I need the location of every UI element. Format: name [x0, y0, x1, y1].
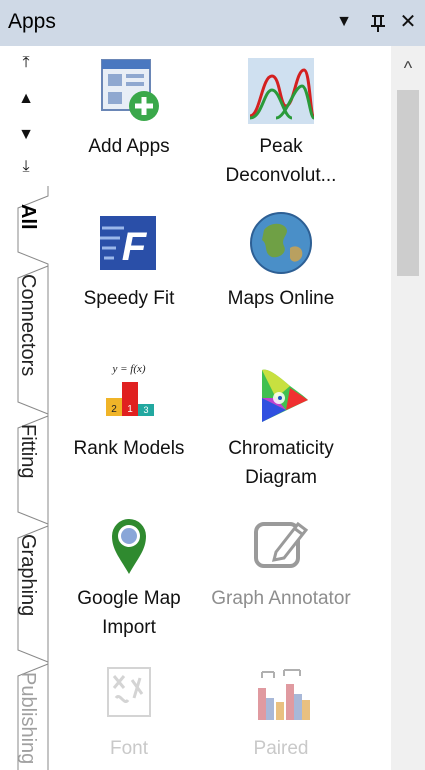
peak-deconvolution-icon	[246, 56, 316, 126]
paired-comparison-icon	[246, 658, 316, 728]
tab-publishing[interactable]: Publishing	[2, 668, 46, 770]
app-label: Peak Deconvolut...	[225, 136, 337, 186]
apps-grid: Add Apps Peak Deconvolut... F Speedy Fit	[50, 46, 390, 770]
scroll-up-icon[interactable]: ▲	[14, 88, 38, 110]
menu-dropdown-icon[interactable]: ▼	[332, 8, 356, 36]
tab-fitting[interactable]: Fitting	[2, 420, 46, 520]
tab-all[interactable]: All	[2, 200, 46, 264]
app-google-map-import[interactable]: Google Map Import	[54, 508, 204, 642]
panel-title: Apps	[8, 10, 56, 33]
tab-all-label: All	[17, 204, 39, 230]
tab-connectors[interactable]: Connectors	[2, 270, 46, 412]
app-label: Add Apps	[88, 136, 170, 157]
tab-publishing-label: Publishing	[17, 672, 39, 765]
rank-models-icon: y = f(x) 2 1 3	[94, 358, 164, 428]
pin-icon[interactable]	[366, 8, 390, 36]
category-tab-strip: ⤒ ▲ ▼ ⤓ All Connectors Fitting Graphing …	[0, 46, 50, 770]
app-label: Maps Online	[227, 288, 335, 309]
app-add-apps[interactable]: Add Apps	[54, 56, 204, 161]
rank-3-label: 3	[143, 405, 148, 415]
globe-icon	[246, 208, 316, 278]
scroll-first-icon[interactable]: ⤒	[14, 52, 38, 74]
app-graph-annotator[interactable]: Graph Annotator	[206, 508, 356, 613]
scroll-up-arrow-icon[interactable]: ^	[396, 58, 420, 82]
app-chromaticity-diagram[interactable]: Chromaticity Diagram	[206, 358, 356, 492]
app-label: Chromaticity Diagram	[228, 438, 334, 488]
tab-graphing-label: Graphing	[17, 534, 39, 617]
app-label: Google Map Import	[77, 588, 181, 638]
app-label: Speedy Fit	[83, 288, 175, 309]
app-peak-deconvolution[interactable]: Peak Deconvolut...	[206, 56, 356, 190]
app-label: Graph Annotator	[211, 588, 351, 609]
tab-connectors-label: Connectors	[17, 274, 39, 377]
scroll-last-icon[interactable]: ⤓	[14, 156, 38, 178]
vertical-scrollbar[interactable]: ^	[391, 46, 425, 770]
rank-2-label: 2	[111, 404, 117, 415]
add-apps-icon	[94, 56, 164, 126]
app-label: Paired	[253, 738, 309, 759]
close-icon[interactable]: ✕	[396, 8, 420, 36]
font-icon	[94, 658, 164, 728]
map-pin-icon	[94, 508, 164, 578]
app-label: Font	[109, 738, 149, 759]
scrollbar-thumb[interactable]	[397, 90, 419, 276]
scroll-down-icon[interactable]: ▼	[14, 124, 38, 146]
tab-fitting-label: Fitting	[17, 424, 39, 479]
rank-formula: y = f(x)	[111, 363, 145, 375]
svg-text:F: F	[122, 225, 148, 269]
tab-graphing[interactable]: Graphing	[2, 530, 46, 658]
app-speedy-fit[interactable]: F Speedy Fit	[54, 208, 204, 313]
app-maps-online[interactable]: Maps Online	[206, 208, 356, 313]
app-paired-comparison[interactable]: Paired	[206, 658, 356, 763]
panel-titlebar: Apps ▼ ✕	[0, 0, 425, 46]
app-rank-models[interactable]: y = f(x) 2 1 3 Rank Models	[54, 358, 204, 463]
app-font[interactable]: Font	[54, 658, 204, 763]
rank-1-label: 1	[127, 404, 133, 415]
chromaticity-icon	[246, 358, 316, 428]
speedy-fit-icon: F	[94, 208, 164, 278]
app-label: Rank Models	[73, 438, 185, 459]
annotator-icon	[246, 508, 316, 578]
